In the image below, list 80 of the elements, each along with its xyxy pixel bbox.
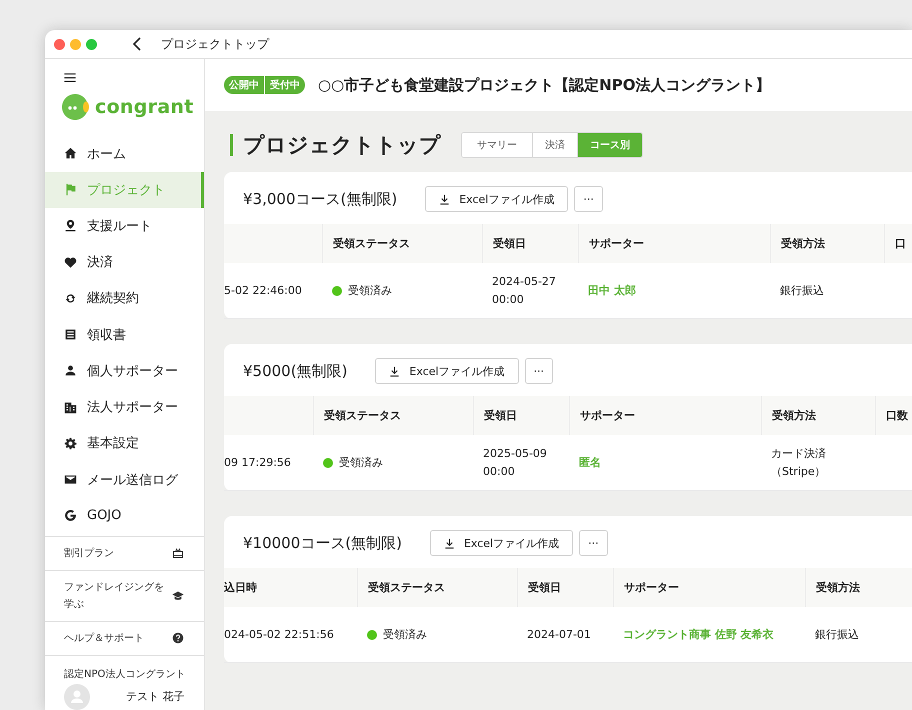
sidebar-link[interactable]: ファンドレイジングを学ぶ [45, 570, 204, 621]
sidebar-item[interactable]: 領収書 [45, 316, 204, 353]
sidebar-item[interactable]: 基本設定 [45, 425, 204, 462]
project-title: ○○市子ども食堂建設プロジェクト【認定NPO法人コングラント】 [318, 76, 770, 94]
location-pin-icon [64, 219, 77, 232]
column-header: 受領ステータス [368, 580, 445, 595]
heart-icon [64, 256, 77, 269]
more-button[interactable]: ··· [579, 530, 608, 556]
sidebar-item[interactable]: 法人サポーター [45, 389, 204, 426]
column-header: 受領日 [493, 236, 526, 251]
status-badge: 公開中 [224, 76, 264, 94]
sidebar-item[interactable]: GOJO [45, 498, 204, 534]
table-cell: 5-02 22:46:00 [224, 284, 302, 297]
status-badge: 受付中 [265, 76, 305, 94]
sidebar-item[interactable]: メール送信ログ [45, 462, 204, 498]
help-icon [172, 632, 184, 644]
more-button[interactable]: ··· [574, 186, 603, 212]
more-button[interactable]: ··· [524, 358, 554, 384]
table-cell-text: 銀行振込 [815, 626, 859, 642]
table-cell: 09 17:29:56 [224, 456, 291, 469]
table-cell: 024-05-02 22:51:56 [224, 628, 334, 641]
download-icon [444, 538, 455, 548]
column-header: サポーター [580, 408, 635, 423]
building-icon [64, 400, 77, 414]
column-header: サポーター [589, 236, 644, 251]
table-cell-text: 2024-07-01 [527, 626, 591, 642]
window-title: プロジェクトトップ [161, 36, 269, 52]
column-header: 受領方法 [816, 580, 860, 595]
column-header: 受領方法 [781, 236, 825, 251]
gift-icon [172, 547, 184, 560]
refresh-icon [64, 292, 77, 305]
sidebar-item[interactable]: ホーム [45, 135, 204, 172]
column-header: サポーター [624, 580, 679, 595]
mail-icon [64, 473, 77, 486]
organization-name: 認定NPO法人コングラント [45, 654, 204, 681]
table-cell-text: カード決済（Stripe） [771, 446, 827, 480]
receipt-icon [64, 328, 77, 342]
status-text: 受領済み [348, 283, 392, 298]
column-header: 口 [895, 236, 906, 251]
export-button[interactable]: Excelファイル作成 [375, 358, 519, 384]
column-header: 込日時 [224, 580, 257, 595]
status-text: 受領済み [383, 627, 427, 642]
sidebar-link[interactable]: 割引プラン [45, 536, 204, 570]
column-header: 口数 [886, 408, 908, 423]
export-button[interactable]: Excelファイル作成 [430, 530, 574, 556]
column-header: 受領方法 [772, 408, 816, 423]
download-icon [439, 194, 450, 204]
sidebar-item[interactable]: 継続契約 [45, 280, 204, 317]
table-cell-text: 2025-05-09 00:00 [483, 446, 548, 480]
flag-icon [64, 183, 77, 196]
status-text: 受領済み [339, 455, 383, 470]
menu-icon[interactable] [64, 73, 76, 82]
settings-icon [64, 436, 77, 450]
person-icon [64, 364, 77, 378]
logo-icon [61, 93, 91, 122]
maximize-button[interactable] [86, 38, 97, 50]
table-cell-text: 銀行振込 [780, 282, 824, 298]
graduation-cap-icon [172, 590, 184, 602]
home-icon [64, 147, 77, 160]
user-name: テスト 花子 [126, 689, 184, 704]
column-header: 受領ステータス [333, 236, 410, 251]
course-title: ¥3,000コース(無制限) [243, 190, 398, 208]
close-button[interactable] [54, 38, 65, 50]
minimize-button[interactable] [70, 38, 81, 50]
column-header: 受領ステータス [324, 408, 401, 423]
course-title: ¥5000(無制限) [243, 362, 348, 380]
sidebar-item[interactable]: 支援ルート [45, 208, 204, 244]
table-cell-text: 2024-05-27 00:00 [492, 274, 557, 308]
sidebar-item[interactable]: 個人サポーター [45, 352, 204, 390]
course-title: ¥10000コース(無制限) [243, 534, 402, 552]
column-header: 受領日 [484, 408, 517, 423]
logo-text: congrant [95, 96, 194, 118]
column-header: 受領日 [528, 580, 561, 595]
download-icon [389, 366, 400, 376]
back-icon[interactable] [132, 37, 142, 51]
g-letter-icon [64, 509, 77, 522]
export-button[interactable]: Excelファイル作成 [425, 186, 568, 212]
sidebar-link[interactable]: ヘルプ＆サポート [45, 620, 204, 655]
sidebar-item[interactable]: 決済 [45, 244, 204, 280]
page-title: プロジェクトトップ [230, 134, 441, 156]
